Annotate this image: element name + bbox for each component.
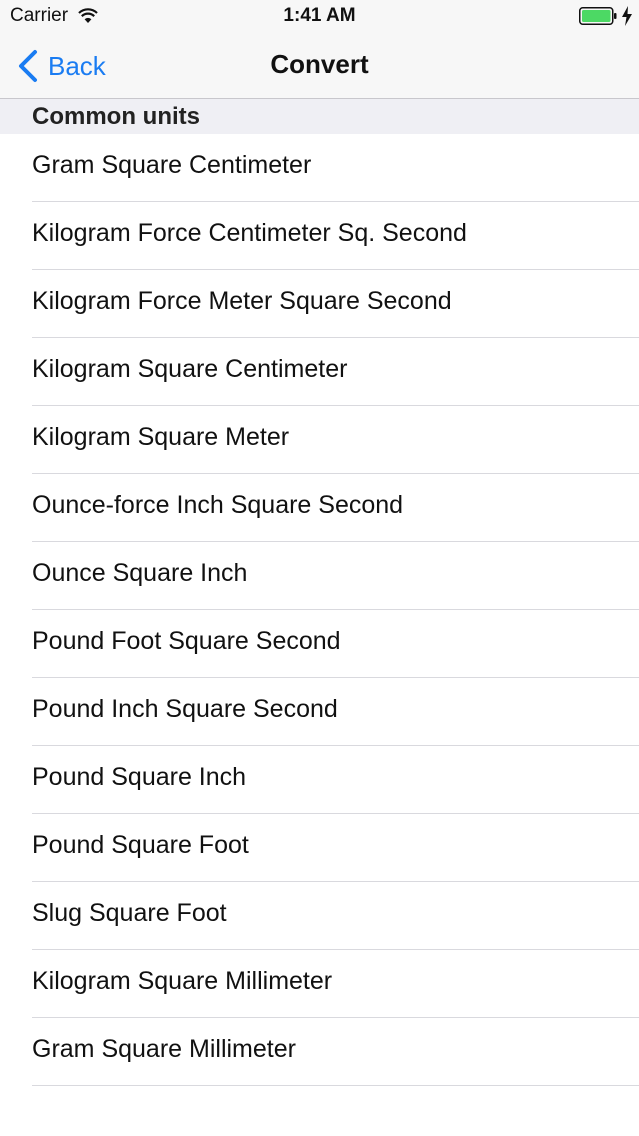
navigation-bar: Back Convert bbox=[0, 34, 639, 99]
list-item[interactable]: Pound Square Inch bbox=[0, 746, 639, 814]
list-item-label: Kilogram Square Meter bbox=[32, 423, 290, 451]
list-item-label: Slug Square Foot bbox=[32, 899, 227, 927]
battery-icon bbox=[579, 7, 617, 25]
list-item[interactable]: Gram Square Centimeter bbox=[0, 134, 639, 202]
list-item-label: Gram Square Centimeter bbox=[32, 151, 312, 179]
list-item-label: Ounce Square Inch bbox=[32, 559, 248, 587]
section-title: Common units bbox=[32, 103, 200, 130]
list-item[interactable]: Kilogram Force Centimeter Sq. Second bbox=[0, 202, 639, 270]
unit-list: Gram Square Centimeter Kilogram Force Ce… bbox=[0, 134, 639, 1086]
list-item-label: Kilogram Square Centimeter bbox=[32, 355, 348, 383]
list-item[interactable]: Gram Square Millimeter bbox=[0, 1018, 639, 1086]
list-item[interactable]: Kilogram Square Centimeter bbox=[0, 338, 639, 406]
list-item-label: Pound Square Foot bbox=[32, 831, 249, 859]
list-item[interactable]: Pound Inch Square Second bbox=[0, 678, 639, 746]
list-item-label: Pound Foot Square Second bbox=[32, 627, 341, 655]
section-header: Common units bbox=[0, 99, 639, 134]
list-item[interactable]: Ounce-force Inch Square Second bbox=[0, 474, 639, 542]
list-item-label: Gram Square Millimeter bbox=[32, 1035, 296, 1063]
list-item-label: Pound Inch Square Second bbox=[32, 695, 338, 723]
list-item-label: Kilogram Square Millimeter bbox=[32, 967, 333, 995]
list-item[interactable]: Slug Square Foot bbox=[0, 882, 639, 950]
list-item[interactable]: Ounce Square Inch bbox=[0, 542, 639, 610]
list-item-label: Kilogram Force Centimeter Sq. Second bbox=[32, 219, 467, 247]
charging-bolt-icon bbox=[622, 6, 632, 26]
list-item-label: Pound Square Inch bbox=[32, 763, 247, 791]
status-bar: Carrier 1:41 AM bbox=[0, 0, 639, 34]
list-item[interactable]: Pound Square Foot bbox=[0, 814, 639, 882]
page-title: Convert bbox=[270, 49, 369, 79]
list-item-label: Ounce-force Inch Square Second bbox=[32, 491, 404, 519]
list-item[interactable]: Pound Foot Square Second bbox=[0, 610, 639, 678]
clock: 1:41 AM bbox=[283, 5, 356, 26]
list-item[interactable]: Kilogram Square Millimeter bbox=[0, 950, 639, 1018]
list-item[interactable]: Kilogram Square Meter bbox=[0, 406, 639, 474]
list-item[interactable]: Kilogram Force Meter Square Second bbox=[0, 270, 639, 338]
list-item-label: Kilogram Force Meter Square Second bbox=[32, 287, 452, 315]
